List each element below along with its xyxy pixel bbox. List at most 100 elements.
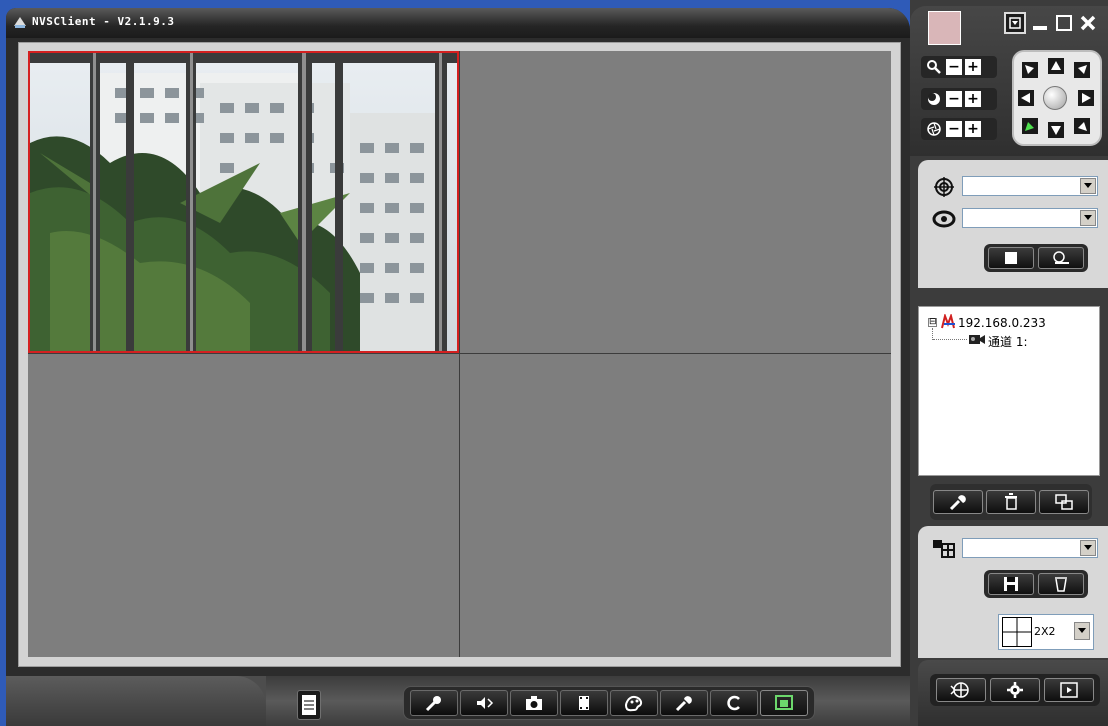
save-view-button[interactable] xyxy=(988,573,1034,595)
close-icon xyxy=(1080,15,1096,31)
wrench-icon xyxy=(949,495,966,511)
zoom-in-button[interactable]: + xyxy=(965,59,981,75)
system-settings-button[interactable] xyxy=(990,678,1040,702)
view-select[interactable] xyxy=(962,538,1098,558)
device-delete-button[interactable] xyxy=(986,490,1036,514)
pan-down-right-button[interactable] xyxy=(1074,118,1090,134)
arrow-down-right-icon xyxy=(1078,122,1087,131)
stop-button[interactable] xyxy=(988,247,1034,269)
video-player-button[interactable] xyxy=(1044,678,1094,702)
arrow-left-icon xyxy=(1021,93,1030,103)
snapshot-button[interactable] xyxy=(510,690,558,716)
iris-open-button[interactable]: + xyxy=(965,121,981,137)
refresh-icon xyxy=(727,695,740,711)
dropdown-icon xyxy=(1009,17,1021,29)
window-title: NVSClient - V2.1.9.3 xyxy=(32,15,175,28)
palette-icon xyxy=(625,695,643,712)
pan-right-button[interactable] xyxy=(1078,90,1094,106)
network-icon xyxy=(950,682,969,698)
mic-icon xyxy=(425,696,441,712)
device-icon xyxy=(941,314,955,329)
system-button-group xyxy=(930,674,1100,706)
focus-far-button[interactable]: + xyxy=(965,91,981,107)
layout-button-group xyxy=(984,570,1088,598)
app-logo-icon xyxy=(12,14,28,30)
maximize-button[interactable] xyxy=(1053,12,1075,34)
log-button[interactable] xyxy=(297,690,321,720)
cruise-select[interactable] xyxy=(962,208,1098,228)
preset-icon xyxy=(932,176,956,198)
focus-near-button[interactable]: − xyxy=(946,91,962,107)
preset-call-icon xyxy=(1053,251,1069,264)
window-group-icon xyxy=(1055,494,1073,510)
close-button[interactable] xyxy=(1077,12,1099,34)
video-pane-2[interactable] xyxy=(460,51,891,353)
device-group-button[interactable] xyxy=(1039,490,1089,514)
bottom-toolbar xyxy=(403,686,815,720)
window-menu-button[interactable] xyxy=(1004,12,1026,34)
chevron-down-icon xyxy=(1074,622,1090,640)
chevron-down-icon xyxy=(1080,540,1096,556)
arrow-right-icon xyxy=(1082,93,1091,103)
tree-collapse-toggle[interactable]: ⊟ xyxy=(928,318,937,327)
tree-button-group xyxy=(930,484,1092,520)
save-icon xyxy=(1004,577,1018,591)
refresh-button[interactable] xyxy=(710,690,758,716)
color-swatch[interactable] xyxy=(928,11,961,45)
fullscreen-button[interactable] xyxy=(760,690,808,716)
arrow-up-left-icon xyxy=(1025,65,1034,74)
tree-device-node[interactable]: 192.168.0.233 xyxy=(958,316,1046,330)
trash-icon xyxy=(1055,577,1067,592)
minimize-button[interactable] xyxy=(1029,12,1051,34)
trash-icon xyxy=(1005,493,1017,510)
camera-feed-image xyxy=(30,53,457,351)
cruise-icon xyxy=(932,208,956,230)
tilt-down-button[interactable] xyxy=(1048,122,1064,138)
pan-up-left-button[interactable] xyxy=(1022,62,1038,78)
record-button[interactable] xyxy=(560,690,608,716)
preset-button-group xyxy=(984,244,1088,272)
zoom-out-button[interactable]: − xyxy=(946,59,962,75)
call-preset-button[interactable] xyxy=(1038,247,1084,269)
focus-control: − + xyxy=(921,88,997,110)
bottom-bar-left xyxy=(6,676,266,726)
arrow-down-left-icon xyxy=(1025,122,1034,131)
playback-button[interactable] xyxy=(936,678,986,702)
iris-close-button[interactable]: − xyxy=(946,121,962,137)
minimize-icon xyxy=(1033,26,1047,30)
chevron-down-icon xyxy=(1080,210,1096,226)
camera-icon xyxy=(526,696,542,710)
wrench-icon xyxy=(675,696,692,712)
film-icon xyxy=(579,696,589,710)
chevron-down-icon xyxy=(1080,178,1096,194)
video-pane-3[interactable] xyxy=(28,354,459,657)
preset-select[interactable] xyxy=(962,176,1098,196)
ptz-auto-button[interactable] xyxy=(1043,86,1067,110)
talk-button[interactable] xyxy=(410,690,458,716)
focus-icon xyxy=(925,90,943,108)
stop-icon xyxy=(1005,252,1017,264)
camera-channel-icon xyxy=(969,335,985,344)
view-icon xyxy=(932,538,956,560)
delete-view-button[interactable] xyxy=(1038,573,1084,595)
iris-icon xyxy=(925,120,943,138)
audio-button[interactable] xyxy=(460,690,508,716)
film-play-icon xyxy=(1060,682,1078,698)
device-config-button[interactable] xyxy=(933,490,983,514)
color-adjust-button[interactable] xyxy=(610,690,658,716)
pan-left-button[interactable] xyxy=(1018,90,1034,106)
tilt-up-button[interactable] xyxy=(1048,58,1064,74)
application-window: NVSClient - V2.1.9.3 − + − + − + ⊟ 192.1… xyxy=(0,0,1108,726)
arrow-up-icon xyxy=(1051,61,1061,70)
volume-icon xyxy=(477,697,494,709)
arrow-down-icon xyxy=(1051,126,1061,135)
grid-layout-value: 2X2 xyxy=(1034,625,1056,638)
gear-icon xyxy=(1007,682,1023,698)
tree-channel-node[interactable]: 通道 1: xyxy=(988,333,1028,350)
grid-2x2-icon xyxy=(1002,617,1032,647)
pan-down-left-button[interactable] xyxy=(1022,118,1038,134)
video-pane-4[interactable] xyxy=(460,354,891,657)
settings-button[interactable] xyxy=(660,690,708,716)
video-pane-1[interactable] xyxy=(28,51,459,353)
pan-up-right-button[interactable] xyxy=(1074,62,1090,78)
